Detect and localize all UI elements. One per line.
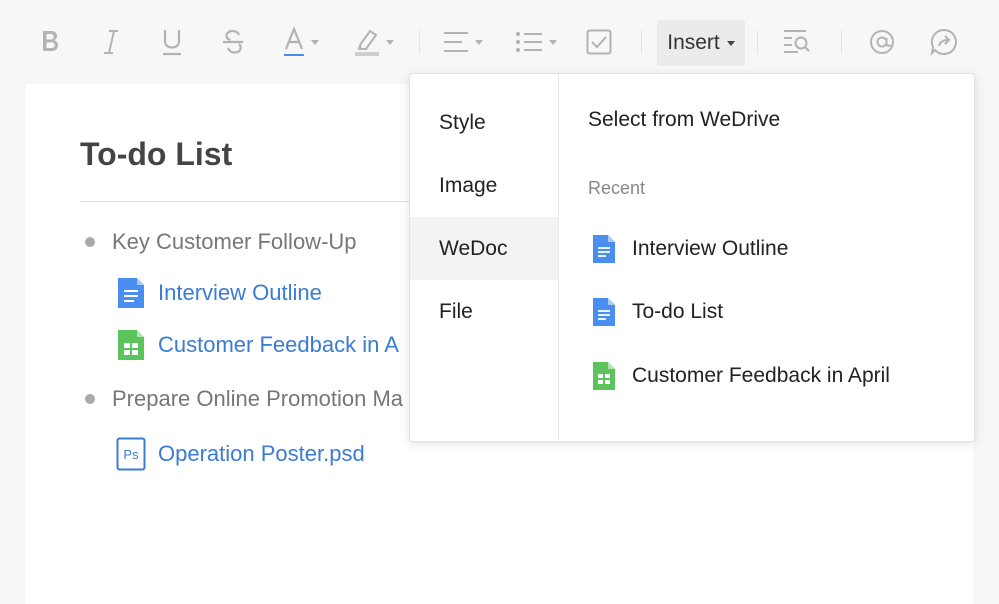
editor-toolbar: Insert: [0, 0, 999, 84]
recent-item-name: To-do List: [632, 300, 724, 323]
recent-item-name: Customer Feedback in April: [632, 364, 890, 387]
align-button[interactable]: [443, 24, 483, 60]
doc-icon: [593, 298, 615, 326]
highlight-button[interactable]: [354, 24, 394, 60]
photoshop-file-icon: Ps: [116, 437, 146, 471]
file-link-row[interactable]: Customer Feedback in A: [116, 327, 399, 363]
mention-icon[interactable]: [869, 24, 895, 60]
insert-dropdown-menu: Style Image WeDoc File Select from WeDri…: [409, 73, 975, 442]
recent-item[interactable]: To-do List: [592, 294, 723, 330]
insert-button[interactable]: Insert: [657, 20, 745, 66]
page-title: To-do List: [80, 136, 233, 172]
font-color-button[interactable]: [283, 24, 319, 60]
select-from-wedrive-link[interactable]: Select from WeDrive: [588, 108, 780, 132]
chevron-down-icon: [311, 39, 319, 45]
bullet-dot: [85, 237, 95, 247]
chevron-down-icon: [726, 40, 735, 46]
share-icon[interactable]: [930, 24, 958, 60]
file-link-row[interactable]: Interview Outline: [116, 275, 322, 311]
wedoc-panel: Select from WeDrive Recent Interview Out…: [559, 74, 973, 441]
insert-category-list: Style Image WeDoc File: [410, 74, 559, 441]
menu-item-wedoc[interactable]: WeDoc: [410, 217, 558, 280]
chevron-down-icon: [475, 39, 483, 45]
file-link[interactable]: Operation Poster.psd: [158, 441, 365, 467]
sheet-icon: [593, 362, 615, 390]
file-link[interactable]: Customer Feedback in A: [158, 332, 399, 358]
italic-icon[interactable]: [101, 24, 121, 60]
file-link[interactable]: Interview Outline: [158, 280, 322, 306]
recent-item[interactable]: Interview Outline: [592, 231, 788, 267]
menu-item-file[interactable]: File: [410, 280, 558, 343]
sheet-icon: [118, 330, 144, 360]
recent-item[interactable]: Customer Feedback in April: [592, 358, 890, 394]
list-item[interactable]: Key Customer Follow-Up: [85, 226, 357, 258]
doc-icon: [593, 235, 615, 263]
list-item[interactable]: Prepare Online Promotion Ma: [85, 383, 403, 415]
svg-text:Ps: Ps: [123, 447, 139, 462]
underline-icon[interactable]: [160, 24, 184, 60]
chevron-down-icon: [549, 39, 557, 45]
chevron-down-icon: [386, 39, 394, 45]
recent-item-name: Interview Outline: [632, 237, 789, 260]
doc-icon: [118, 278, 144, 308]
checkbox-icon[interactable]: [586, 24, 612, 60]
menu-item-image[interactable]: Image: [410, 154, 558, 217]
strikethrough-icon[interactable]: [221, 24, 245, 60]
insert-label: Insert: [667, 31, 720, 54]
file-link-row[interactable]: Ps Operation Poster.psd: [116, 436, 365, 472]
title-divider: [80, 201, 420, 202]
list-button[interactable]: [515, 24, 557, 60]
recent-label: Recent: [588, 178, 646, 198]
bullet-dot: [85, 394, 95, 404]
bold-icon[interactable]: [40, 24, 62, 60]
find-replace-icon[interactable]: [783, 24, 811, 60]
list-item-text: Prepare Online Promotion Ma: [112, 386, 404, 411]
menu-item-style[interactable]: Style: [410, 91, 558, 154]
list-item-text: Key Customer Follow-Up: [112, 229, 357, 254]
